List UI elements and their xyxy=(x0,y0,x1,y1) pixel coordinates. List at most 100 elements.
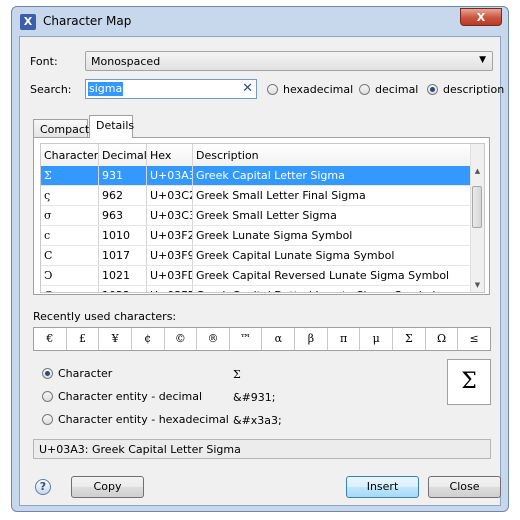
radio-icon xyxy=(267,84,278,95)
table-cell-decimal: 963 xyxy=(99,206,147,225)
recent-character[interactable]: ™ xyxy=(230,328,263,350)
table-row[interactable]: σ 963 U+03C3 Greek Small Letter Sigma xyxy=(41,206,473,226)
recent-character[interactable]: π xyxy=(328,328,361,350)
radio-selected-icon xyxy=(42,368,53,379)
table-row[interactable]: Ͻ 1021 U+03FD Greek Capital Reversed Lunate… xyxy=(41,266,473,286)
table-row[interactable]: Σ 931 U+03A3 Greek Capital Letter Sigma xyxy=(41,166,473,186)
character-map-window: X Character Map X Font: Monospaced ▼ Sea… xyxy=(11,6,509,512)
recent-character[interactable]: £ xyxy=(67,328,100,350)
recent-characters: € £ ¥ ¢ © ® ™ α β π μ Σ Ω ≤ xyxy=(33,327,491,351)
search-label: Search: xyxy=(30,83,72,96)
table-cell-char: ϲ xyxy=(41,226,99,245)
character-table: Character Decimal Hex Description Σ 931 U+… xyxy=(40,143,485,293)
window-title: Character Map xyxy=(43,14,132,28)
help-icon[interactable]: ? xyxy=(35,479,51,495)
table-cell-hex: U+03C2 xyxy=(147,186,193,205)
column-header-decimal[interactable]: Decimal xyxy=(99,144,147,166)
table-cell-decimal: 1021 xyxy=(99,266,147,285)
column-header-hex[interactable]: Hex xyxy=(147,144,193,166)
search-mode-decimal-label: decimal xyxy=(375,83,419,96)
table-row[interactable]: ϲ 1010 U+03F2 Greek Lunate Sigma Symbol xyxy=(41,226,473,246)
scroll-up-icon[interactable]: ▲ xyxy=(471,164,484,178)
table-cell-char: Ͻ xyxy=(41,266,99,285)
dialog-body: Font: Monospaced ▼ Search: sigma ✕ hexad… xyxy=(19,36,504,506)
table-cell-char: σ xyxy=(41,206,99,225)
table-row[interactable]: Ϲ 1017 U+03F9 Greek Capital Lunate Sigma Sy… xyxy=(41,246,473,266)
recent-label: Recently used characters: xyxy=(33,310,177,323)
table-cell-description: Greek Capital Reversed Lunate Sigma Symb… xyxy=(196,269,450,282)
recent-character[interactable]: α xyxy=(262,328,296,350)
clear-search-icon[interactable]: ✕ xyxy=(242,81,253,97)
table-row[interactable]: Ͼ1022U+03FEGreek Capital Dotted Lunate S… xyxy=(41,286,473,292)
search-mode-hexadecimal-label: hexadecimal xyxy=(283,83,354,96)
recent-character[interactable]: ¥ xyxy=(99,328,132,350)
search-mode-description[interactable]: description xyxy=(427,83,504,96)
table-cell-decimal: 1017 xyxy=(99,246,147,265)
scroll-down-icon[interactable]: ▼ xyxy=(471,278,484,292)
recent-character[interactable]: © xyxy=(165,328,198,350)
insert-option-entity-hexadecimal-value: &#x3a3; xyxy=(233,414,282,427)
radio-icon xyxy=(42,414,53,425)
table-cell-decimal: 931 xyxy=(99,166,147,185)
column-header-character[interactable]: Character xyxy=(41,144,99,166)
table-header: Character Decimal Hex Description xyxy=(41,144,473,167)
recent-character[interactable]: Σ xyxy=(393,328,426,350)
table-cell-decimal: 962 xyxy=(99,186,147,205)
font-select[interactable]: Monospaced ▼ xyxy=(85,51,493,71)
details-panel: Character Decimal Hex Description Σ 931 U+… xyxy=(33,137,490,295)
insert-button[interactable]: Insert xyxy=(346,476,419,498)
table-cell-hex: U+03FD xyxy=(147,266,193,285)
tab-compact[interactable]: Compact xyxy=(33,119,89,137)
table-cell-decimal: 1010 xyxy=(99,226,147,245)
insert-option-character-label: Character xyxy=(58,367,113,380)
tab-details[interactable]: Details xyxy=(89,115,134,138)
table-cell-char: Ϲ xyxy=(41,246,99,265)
table-cell-description: Greek Capital Dotted Lunate Sigma Symbol xyxy=(193,286,473,292)
font-select-value: Monospaced xyxy=(91,55,161,68)
window-close-button[interactable]: X xyxy=(460,8,502,26)
table-cell-hex: U+03F9 xyxy=(147,246,193,265)
table-scrollbar[interactable]: ▲ ▼ xyxy=(470,144,484,292)
recent-character[interactable]: ® xyxy=(197,328,230,350)
table-cell-hex: U+03C3 xyxy=(147,206,193,225)
character-preview: Σ xyxy=(447,359,491,405)
table-cell-char: ς xyxy=(41,186,99,205)
recent-character[interactable]: β xyxy=(295,328,328,350)
search-input-value: sigma xyxy=(88,82,124,96)
table-row[interactable]: ς 962 U+03C2 Greek Small Letter Final Sigma xyxy=(41,186,473,206)
recent-character[interactable]: Ω xyxy=(426,328,459,350)
table-cell-description: Greek Capital Letter Sigma xyxy=(196,169,345,182)
font-label: Font: xyxy=(30,55,58,68)
chevron-down-icon: ▼ xyxy=(479,55,486,65)
table-cell-hex: U+03F2 xyxy=(147,226,193,245)
table-cell-hex: U+03FE xyxy=(147,286,193,292)
search-mode-description-label: description xyxy=(443,83,505,96)
recent-character[interactable]: μ xyxy=(360,328,394,350)
table-cell-description: Greek Small Letter Final Sigma xyxy=(196,189,366,202)
table-cell-char: Σ xyxy=(41,166,99,185)
insert-option-character[interactable]: Character xyxy=(42,367,112,380)
close-button[interactable]: Close xyxy=(428,476,501,498)
table-cell-hex: U+03A3 xyxy=(147,166,193,185)
search-mode-hexadecimal[interactable]: hexadecimal xyxy=(267,83,353,96)
recent-character[interactable]: € xyxy=(34,328,67,350)
column-header-description[interactable]: Description xyxy=(193,144,473,166)
scroll-thumb[interactable] xyxy=(472,186,482,228)
status-bar: U+03A3: Greek Capital Letter Sigma xyxy=(33,439,491,459)
insert-option-entity-hexadecimal-label: Character entity - hexadecimal xyxy=(58,413,229,426)
insert-option-entity-decimal[interactable]: Character entity - decimal xyxy=(42,390,202,403)
search-mode-decimal[interactable]: decimal xyxy=(359,83,418,96)
app-icon: X xyxy=(20,14,36,30)
table-cell-description: Greek Small Letter Sigma xyxy=(196,209,337,222)
insert-option-entity-decimal-value: &#931; xyxy=(233,391,276,404)
recent-character[interactable]: ¢ xyxy=(132,328,165,350)
radio-selected-icon xyxy=(427,84,438,95)
insert-option-entity-decimal-label: Character entity - decimal xyxy=(58,390,203,403)
search-input[interactable]: sigma ✕ xyxy=(85,79,257,99)
insert-option-entity-hexadecimal[interactable]: Character entity - hexadecimal xyxy=(42,413,229,426)
table-cell-description: Greek Capital Lunate Sigma Symbol xyxy=(196,249,395,262)
radio-icon xyxy=(42,391,53,402)
copy-button[interactable]: Copy xyxy=(71,476,144,498)
table-cell-char: Ͼ xyxy=(41,286,99,292)
recent-character[interactable]: ≤ xyxy=(458,328,490,350)
